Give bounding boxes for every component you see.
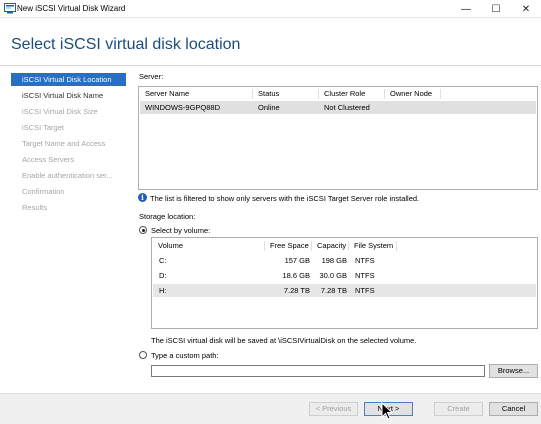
- capacity-cell: 198 GB: [321, 256, 347, 265]
- nav-item-disk-location[interactable]: iSCSI Virtual Disk Location: [11, 73, 126, 86]
- custom-path-input[interactable]: [151, 365, 485, 377]
- title-bar: New iSCSI Virtual Disk Wizard — ☐ ✕: [0, 0, 541, 18]
- col-capacity[interactable]: Capacity: [312, 241, 349, 251]
- col-free-space[interactable]: Free Space: [265, 241, 312, 251]
- capacity-cell: 7.28 TB: [320, 286, 347, 295]
- nav-item-authentication: Enable authentication ser...: [22, 171, 113, 180]
- file-system-cell: NTFS: [355, 256, 375, 265]
- nav-item-confirmation: Confirmation: [22, 187, 65, 196]
- table-row[interactable]: C: 157 GB 198 GB NTFS: [153, 254, 536, 267]
- server-table: Server Name Status Cluster Role Owner No…: [138, 86, 538, 190]
- nav-item-target-name-access: Target Name and Access: [22, 139, 106, 148]
- app-icon: [4, 3, 16, 14]
- info-icon: i: [138, 193, 147, 202]
- free-space-cell: 18.6 GB: [282, 271, 310, 280]
- volume-table: Volume Free Space Capacity File System C…: [151, 237, 538, 329]
- wizard-steps-nav: iSCSI Virtual Disk Location iSCSI Virtua…: [0, 67, 130, 392]
- nav-item-iscsi-target: iSCSI Target: [22, 123, 64, 132]
- volume-cell: C:: [159, 256, 167, 265]
- nav-item-disk-name[interactable]: iSCSI Virtual Disk Name: [11, 89, 126, 102]
- select-by-volume-radio[interactable]: [139, 226, 147, 234]
- table-row[interactable]: D: 18.6 GB 30.0 GB NTFS: [153, 269, 536, 282]
- close-button[interactable]: ✕: [511, 0, 541, 18]
- wizard-header: Select iSCSI virtual disk location: [0, 18, 541, 66]
- close-icon: ✕: [521, 3, 531, 15]
- server-cluster-role-cell: Not Clustered: [324, 103, 370, 112]
- volume-cell: H:: [159, 286, 167, 295]
- mouse-cursor-icon: [381, 402, 394, 420]
- col-file-system[interactable]: File System: [349, 241, 397, 251]
- previous-button[interactable]: < Previous: [309, 402, 358, 416]
- page-title: Select iSCSI virtual disk location: [11, 36, 241, 53]
- minimize-icon: —: [461, 3, 471, 15]
- server-name-cell: WINDOWS-9GPQ88D: [145, 103, 221, 112]
- col-cluster-role[interactable]: Cluster Role: [319, 89, 385, 99]
- table-row[interactable]: WINDOWS-9GPQ88D Online Not Clustered: [140, 101, 536, 114]
- volume-cell: D:: [159, 271, 167, 280]
- maximize-icon: ☐: [491, 3, 501, 15]
- select-by-volume-label[interactable]: Select by volume:: [151, 226, 210, 235]
- nav-item-access-servers: Access Servers: [22, 155, 75, 164]
- table-row[interactable]: H: 7.28 TB 7.28 TB NTFS: [153, 284, 536, 297]
- maximize-button[interactable]: ☐: [481, 0, 511, 18]
- free-space-cell: 157 GB: [284, 256, 310, 265]
- custom-path-label[interactable]: Type a custom path:: [151, 351, 219, 360]
- nav-item-results: Results: [22, 203, 48, 212]
- filter-note: The list is filtered to show only server…: [150, 194, 420, 203]
- file-system-cell: NTFS: [355, 286, 375, 295]
- file-system-cell: NTFS: [355, 271, 375, 280]
- col-status[interactable]: Status: [253, 89, 319, 99]
- browse-button[interactable]: Browse...: [489, 364, 538, 378]
- col-volume[interactable]: Volume: [153, 241, 265, 251]
- minimize-button[interactable]: —: [451, 0, 481, 18]
- custom-path-radio[interactable]: [139, 351, 147, 359]
- col-owner-node[interactable]: Owner Node: [385, 89, 441, 99]
- server-label: Server:: [139, 72, 164, 81]
- create-button[interactable]: Create: [434, 402, 483, 416]
- window-title: New iSCSI Virtual Disk Wizard: [17, 4, 126, 13]
- capacity-cell: 30.0 GB: [319, 271, 347, 280]
- cancel-button[interactable]: Cancel: [489, 402, 538, 416]
- save-location-note: The iSCSI virtual disk will be saved at …: [151, 336, 417, 345]
- col-server-name[interactable]: Server Name: [140, 89, 253, 99]
- wizard-footer: < Previous Next > Create Cancel: [0, 393, 541, 424]
- nav-item-disk-size: iSCSI Virtual Disk Size: [22, 107, 98, 116]
- free-space-cell: 7.28 TB: [283, 286, 310, 295]
- server-status-cell: Online: [258, 103, 280, 112]
- storage-location-label: Storage location:: [139, 212, 196, 221]
